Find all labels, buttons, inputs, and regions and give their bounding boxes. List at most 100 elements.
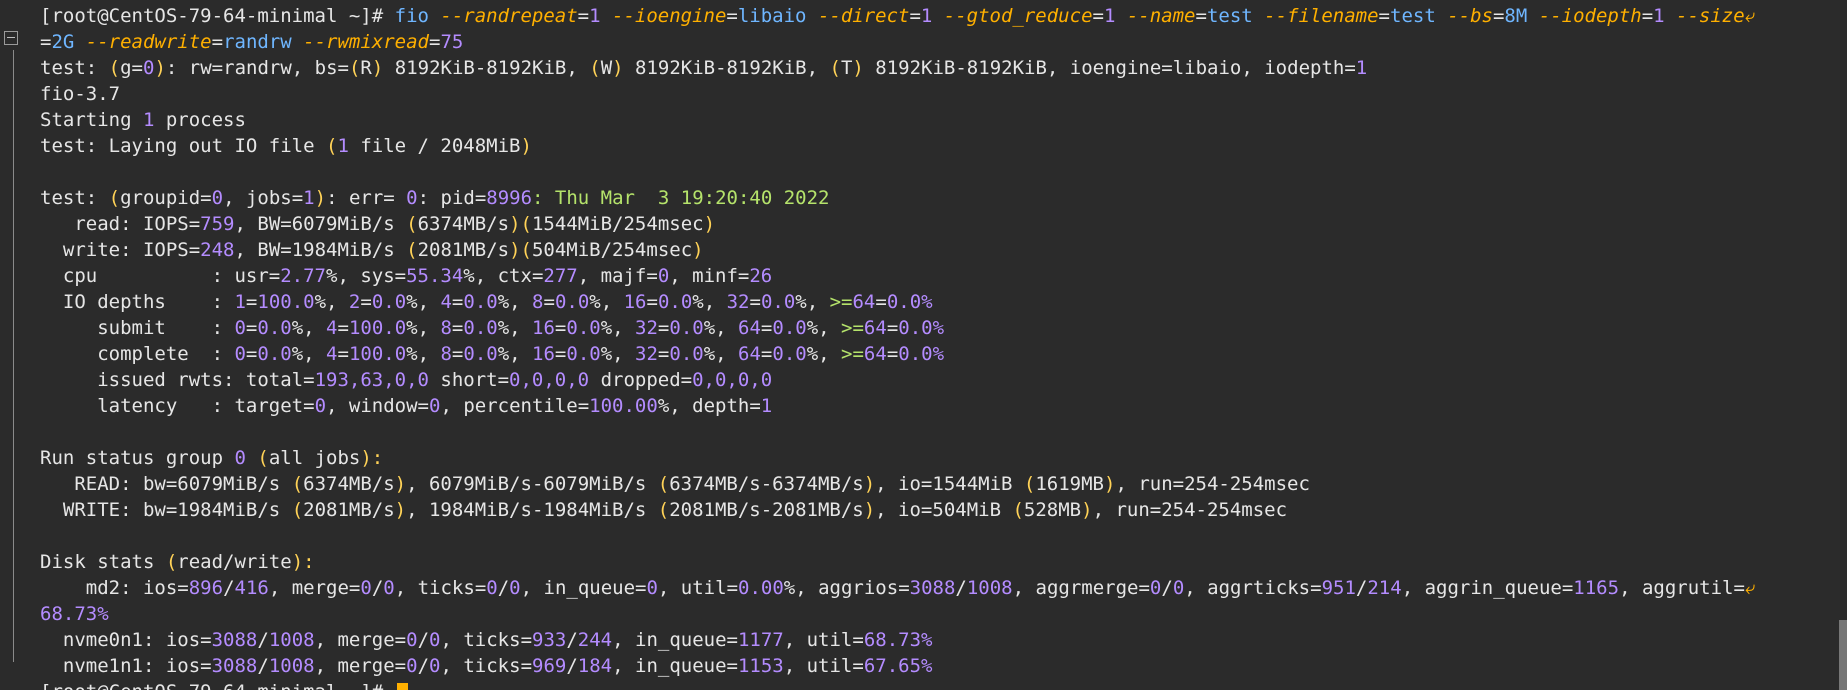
terminal-token: --name — [1126, 5, 1196, 27]
vertical-scrollbar[interactable] — [1839, 620, 1847, 690]
terminal-token: ( — [657, 499, 670, 521]
terminal-token: , merge — [314, 655, 395, 677]
terminal-token: 0 — [234, 343, 246, 365]
terminal-token: = — [188, 213, 201, 235]
terminal-token: read/write — [177, 551, 292, 573]
terminal-token: = — [680, 369, 693, 391]
terminal-token: 0.0 — [371, 291, 407, 313]
terminal-token: ( — [406, 239, 418, 261]
terminal-line: read: IOPS=759, BW=6079MiB/s (6374MB/s)(… — [40, 211, 1835, 237]
terminal-line: [root@CentOS-79-64-minimal ~]# fio --ran… — [40, 3, 1835, 29]
terminal-token: 248 — [200, 239, 235, 261]
terminal-output[interactable]: [root@CentOS-79-64-minimal ~]# fio --ran… — [40, 3, 1835, 690]
terminal-token: Run status group — [40, 447, 235, 469]
terminal-line: complete : 0=0.0%, 4=100.0%, 8=0.0%, 16=… — [40, 341, 1835, 367]
terminal-token: 8192KiB-8192KiB, ioengine — [863, 57, 1162, 79]
terminal-token: , window — [326, 395, 418, 417]
terminal-line: issued rwts: total=193,63,0,0 short=0,0,… — [40, 367, 1835, 393]
terminal-token: 0 — [428, 395, 441, 417]
terminal-token: = — [909, 5, 921, 27]
terminal-token: / — [566, 629, 578, 651]
terminal-token: ( — [657, 473, 670, 495]
terminal-token: 254-254msec — [1161, 499, 1288, 521]
terminal-token: ( — [589, 57, 601, 79]
terminal-token: read: IOPS — [40, 213, 189, 235]
terminal-token: = — [1492, 5, 1505, 27]
terminal-token: 8 — [440, 317, 452, 339]
terminal-token: WRITE: bw — [40, 499, 166, 521]
terminal-line: write: IOPS=248, BW=1984MiB/s (2081MB/s)… — [40, 237, 1835, 263]
terminal-token: = — [646, 291, 658, 313]
terminal-token: 0,0,0,0 — [509, 369, 590, 391]
terminal-token: 1 — [142, 109, 155, 131]
fold-minus-icon[interactable] — [4, 31, 18, 45]
terminal-token: 0.0 — [257, 317, 292, 339]
terminal-token: , percentile — [440, 395, 578, 417]
terminal-token: Disk stats — [40, 551, 166, 573]
terminal-token: 0 — [1172, 577, 1185, 599]
terminal-token: # — [372, 681, 395, 690]
terminal-token: 1008 — [268, 655, 315, 677]
terminal-token: = — [1561, 577, 1574, 599]
terminal-token: ) — [852, 57, 864, 79]
terminal-token: = — [1161, 57, 1173, 79]
terminal-token: : — [303, 551, 315, 573]
terminal-token: = — [749, 291, 761, 313]
terminal-token: ) — [1081, 499, 1093, 521]
terminal-token: ) — [394, 499, 407, 521]
terminal-token: --gtod_reduce — [943, 5, 1093, 27]
terminal-token: 896 — [188, 577, 224, 599]
terminal-window[interactable]: [root@CentOS-79-64-minimal ~]# fio --ran… — [0, 0, 1847, 690]
terminal-token: ) — [703, 213, 716, 235]
terminal-token: latency : target — [40, 395, 304, 417]
terminal-token: 1 — [1103, 5, 1127, 27]
terminal-token: all jobs — [268, 447, 361, 469]
terminal-token: = — [1172, 473, 1185, 495]
terminal-token: 68.73 — [40, 603, 98, 625]
terminal-token: 0 — [509, 577, 521, 599]
terminal-token: = — [474, 577, 487, 599]
terminal-token: ) — [612, 57, 624, 79]
terminal-token: = — [554, 317, 567, 339]
terminal-token: 0 — [429, 629, 441, 651]
terminal-token: 16 — [532, 343, 555, 365]
terminal-token: , in_queue — [612, 655, 727, 677]
terminal-token: %, — [703, 317, 739, 339]
terminal-token: , ticks — [394, 577, 475, 599]
terminal-token: : rw — [165, 57, 212, 79]
terminal-token: = — [280, 213, 292, 235]
terminal-token: 1984MiB/s — [291, 239, 407, 261]
terminal-line: Disk stats (read/write): — [40, 549, 1835, 575]
terminal-token: , ticks — [440, 655, 521, 677]
terminal-token: %, — [600, 317, 636, 339]
terminal-token: , aggrutil — [1619, 577, 1734, 599]
terminal-token: = — [726, 577, 739, 599]
terminal-token: = — [531, 265, 544, 287]
terminal-token: --size — [1676, 5, 1745, 27]
terminal-token: --direct — [817, 5, 910, 27]
terminal-token: T — [840, 57, 853, 79]
terminal-token: = — [852, 629, 864, 651]
terminal-token: 55.34 — [406, 265, 464, 287]
terminal-token: %, — [703, 343, 739, 365]
terminal-token: 1544MiB — [932, 473, 1024, 495]
terminal-token: 100.0 — [257, 291, 315, 313]
terminal-token: %, — [406, 317, 441, 339]
terminal-token: = — [200, 187, 212, 209]
terminal-token: = — [577, 5, 590, 27]
terminal-token: 0 — [429, 655, 441, 677]
terminal-token: = — [657, 317, 670, 339]
terminal-token: 0.0 — [566, 343, 601, 365]
terminal-token: , run — [1115, 473, 1173, 495]
terminal-token: = — [451, 317, 464, 339]
terminal-token: / — [566, 655, 578, 677]
terminal-token: >= — [841, 317, 864, 339]
terminal-token: = — [291, 187, 304, 209]
terminal-token: 0.0 — [463, 317, 498, 339]
terminal-token: ( — [108, 187, 121, 209]
terminal-token: , io — [875, 499, 921, 521]
terminal-token: ) — [291, 551, 304, 573]
terminal-token: randrw, bs — [223, 57, 338, 79]
terminal-token: = — [726, 655, 738, 677]
